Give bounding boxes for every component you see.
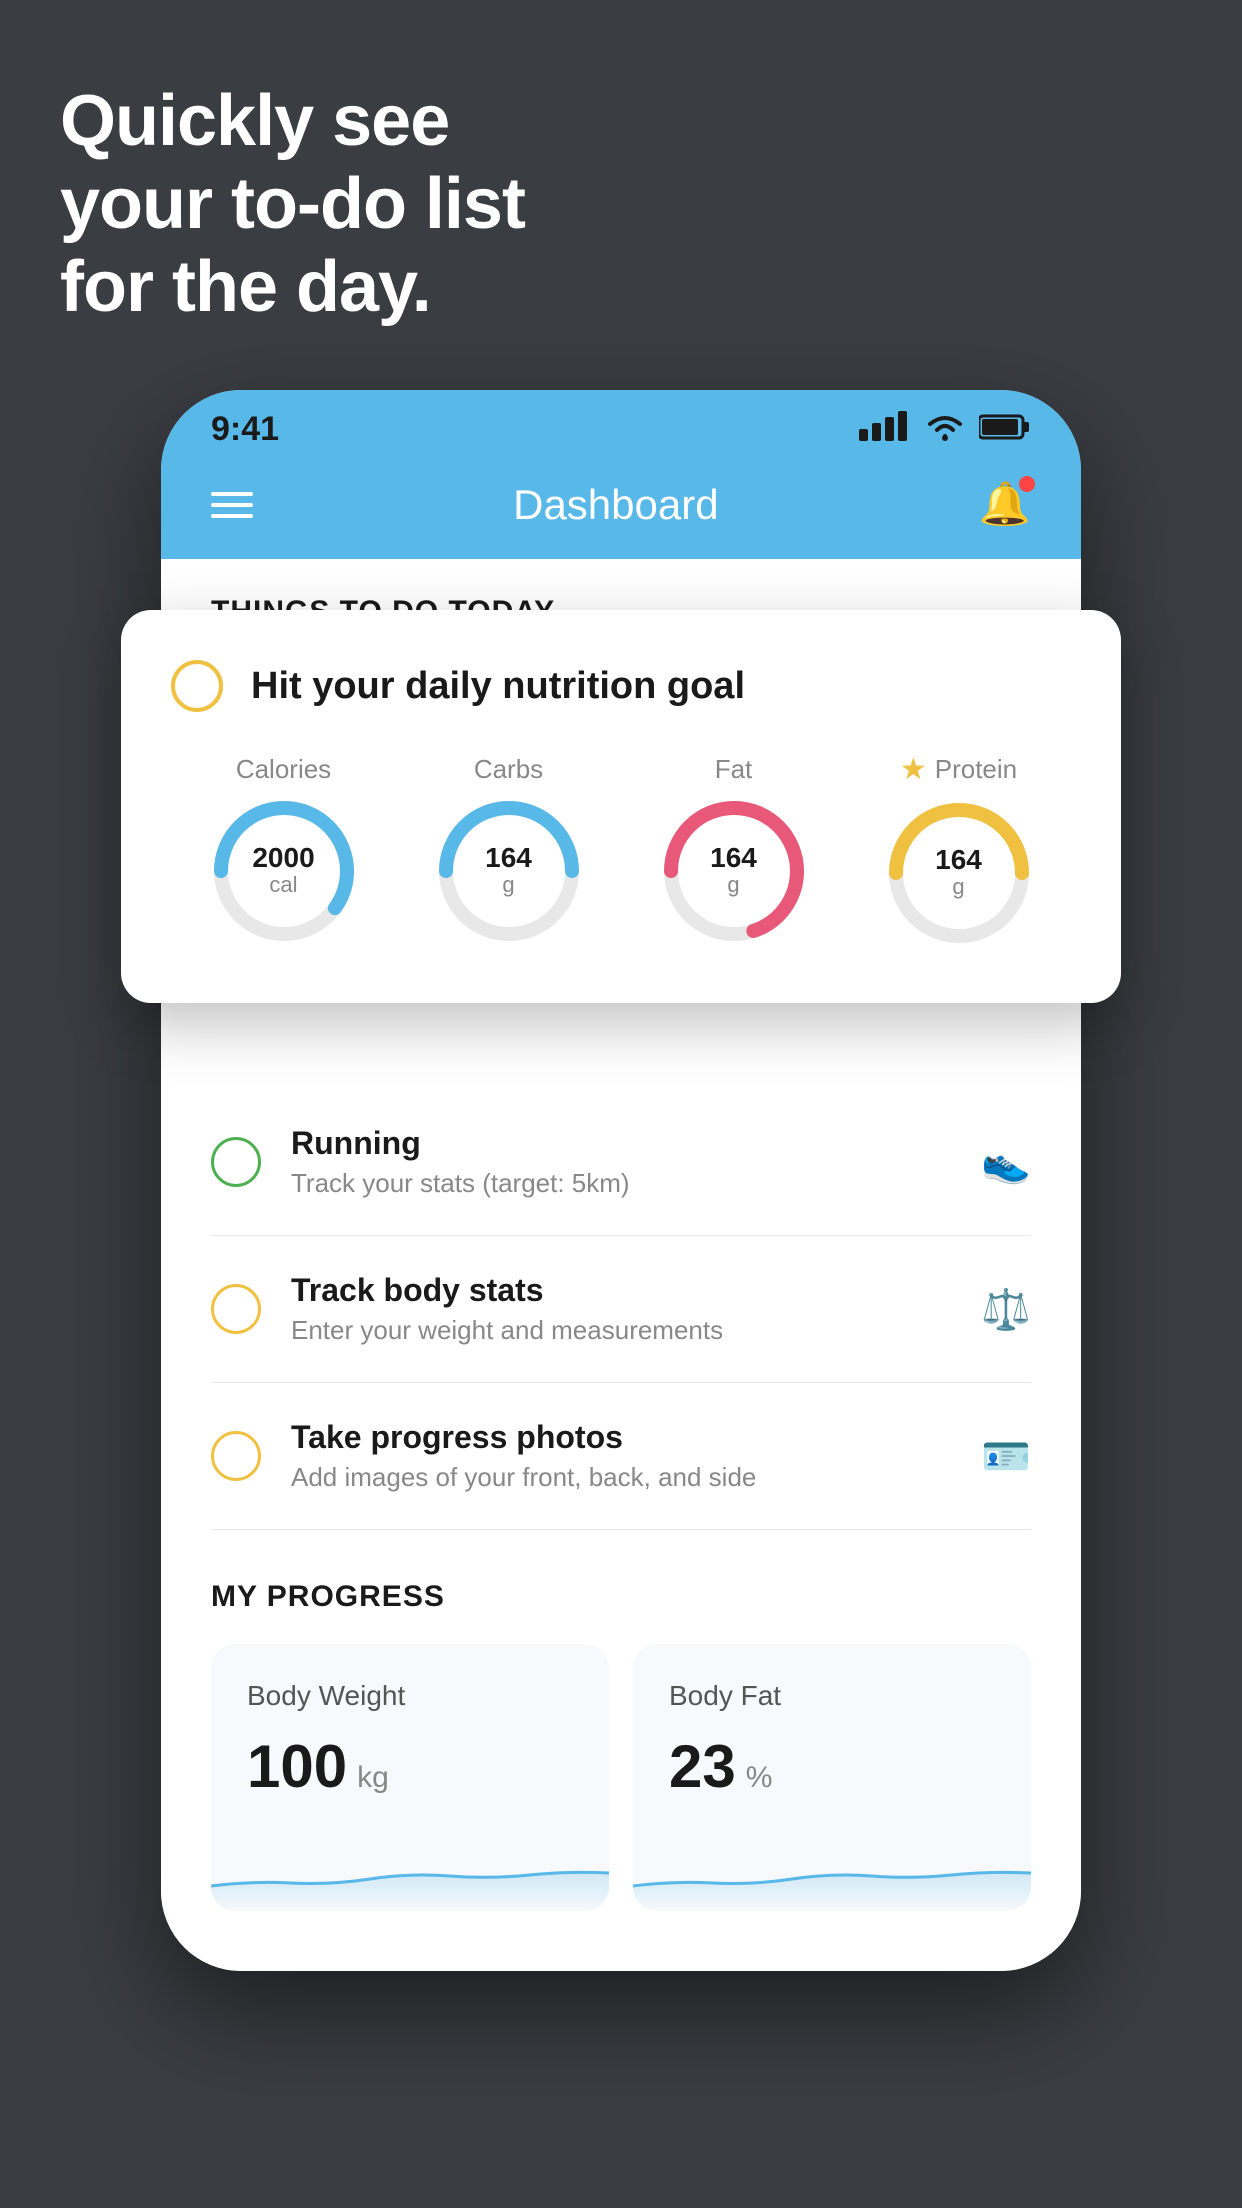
todo-icon: ⚖️ [981, 1286, 1031, 1333]
progress-value: 100 [247, 1732, 347, 1801]
nutrition-item-calories: Calories 2000 cal [214, 754, 354, 941]
todo-list: Running Track your stats (target: 5km) 👟 Tr… [161, 1089, 1081, 1530]
todo-circle [211, 1137, 261, 1187]
todo-circle [211, 1284, 261, 1334]
progress-value-row: 100 kg [247, 1732, 573, 1801]
progress-card-body-fat[interactable]: Body Fat 23% [633, 1644, 1031, 1911]
progress-chart [633, 1831, 1031, 1911]
todo-title: Track body stats [291, 1272, 951, 1309]
nutrition-circles: Calories 2000 cal Carbs 164 g Fat 164 g … [171, 752, 1071, 943]
card-title: Hit your daily nutrition goal [251, 665, 745, 708]
floating-nutrition-card: Hit your daily nutrition goal Calories 2… [121, 610, 1121, 1003]
card-title-row: Hit your daily nutrition goal [171, 660, 1071, 712]
progress-card-title: Body Fat [669, 1680, 995, 1712]
todo-title: Running [291, 1125, 951, 1162]
app-header: Dashboard 🔔 [161, 460, 1081, 559]
header-title: Dashboard [513, 481, 718, 529]
todo-subtitle: Track your stats (target: 5km) [291, 1168, 951, 1199]
progress-value-row: 23% [669, 1732, 995, 1801]
signal-icon [859, 411, 911, 448]
todo-item[interactable]: Track body stats Enter your weight and me… [211, 1236, 1031, 1383]
progress-header: MY PROGRESS [211, 1580, 1031, 1614]
notification-dot [1019, 476, 1035, 492]
progress-card-body-weight[interactable]: Body Weight 100 kg [211, 1644, 609, 1911]
todo-icon: 👟 [981, 1139, 1031, 1186]
nutrition-item-protein: ★ Protein 164 g [889, 752, 1029, 943]
hero-line1: Quickly see [60, 80, 525, 163]
progress-value: 23 [669, 1732, 736, 1801]
nutrition-label: Protein [935, 754, 1017, 785]
progress-chart [211, 1831, 609, 1911]
todo-item[interactable]: Running Track your stats (target: 5km) 👟 [211, 1089, 1031, 1236]
wifi-icon [923, 412, 967, 447]
hamburger-menu[interactable] [211, 492, 253, 518]
todo-text: Track body stats Enter your weight and me… [291, 1272, 951, 1346]
nutrition-label: Fat [715, 754, 753, 785]
progress-unit: kg [357, 1761, 389, 1795]
progress-card-title: Body Weight [247, 1680, 573, 1712]
star-icon: ★ [900, 752, 927, 787]
todo-text: Take progress photos Add images of your f… [291, 1419, 951, 1493]
hero-line3: for the day. [60, 246, 525, 329]
progress-section: MY PROGRESS Body Weight 100 kg Body Fat 23% [161, 1530, 1081, 1911]
donut-chart: 164 g [439, 801, 579, 941]
nutrition-label: Calories [236, 754, 331, 785]
hero-line2: your to-do list [60, 163, 525, 246]
donut-chart: 164 g [664, 801, 804, 941]
task-circle-indicator [171, 660, 223, 712]
progress-unit: % [746, 1761, 773, 1795]
donut-chart: 164 g [889, 803, 1029, 943]
todo-icon: 🪪 [981, 1433, 1031, 1480]
todo-text: Running Track your stats (target: 5km) [291, 1125, 951, 1199]
todo-title: Take progress photos [291, 1419, 951, 1456]
todo-subtitle: Add images of your front, back, and side [291, 1462, 951, 1493]
status-time: 9:41 [211, 410, 279, 449]
donut-chart: 2000 cal [214, 801, 354, 941]
status-bar: 9:41 [161, 390, 1081, 460]
nutrition-item-carbs: Carbs 164 g [439, 754, 579, 941]
todo-item[interactable]: Take progress photos Add images of your f… [211, 1383, 1031, 1530]
battery-icon [979, 414, 1031, 445]
hero-text: Quickly see your to-do list for the day. [60, 80, 525, 328]
status-icons [859, 411, 1031, 448]
bell-button[interactable]: 🔔 [979, 480, 1031, 529]
nutrition-item-fat: Fat 164 g [664, 754, 804, 941]
nutrition-label: Carbs [474, 754, 543, 785]
todo-circle [211, 1431, 261, 1481]
progress-cards: Body Weight 100 kg Body Fat 23% [211, 1644, 1031, 1911]
todo-subtitle: Enter your weight and measurements [291, 1315, 951, 1346]
